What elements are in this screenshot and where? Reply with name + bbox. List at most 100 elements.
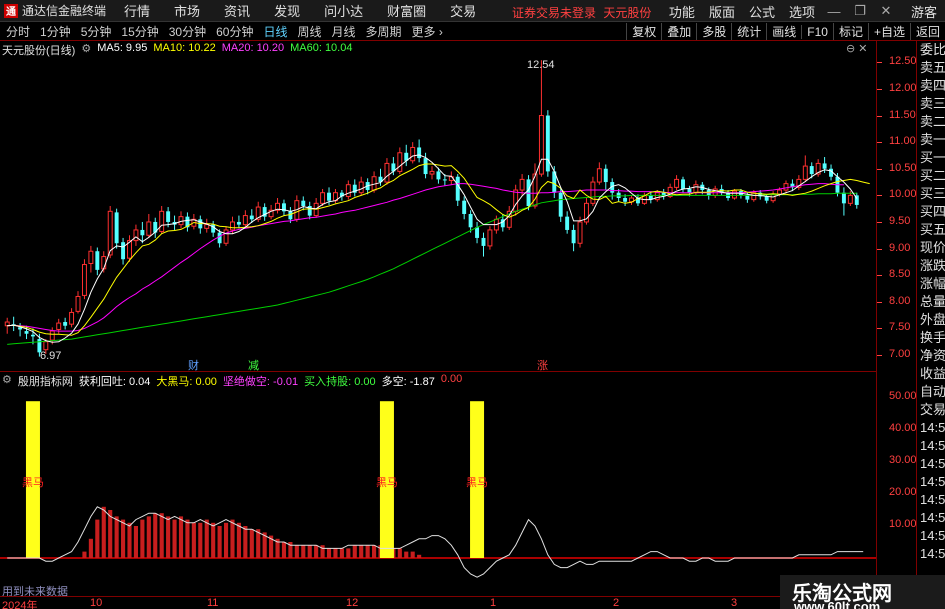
period-weekly[interactable]: 周线 [293,23,325,40]
watermark-url: www.60lt.com [794,599,881,609]
quote-field[interactable]: 交易 [917,401,945,419]
period-60min[interactable]: 60分钟 [212,23,257,40]
period-more[interactable]: 更多 › [408,23,447,40]
quote-field[interactable]: 现价 [917,239,945,257]
histogram-bar [346,548,351,558]
candle-body [24,331,29,334]
date-label: 10 [90,597,103,609]
tool-overlay[interactable]: 叠加 [661,23,696,40]
period-intraday[interactable]: 分时 [2,23,34,40]
quote-field[interactable]: 14:56 [917,473,945,491]
quote-field[interactable]: 收益 [917,365,945,383]
restore-icon[interactable]: ❐ [853,3,867,19]
quote-field[interactable]: 14:56 [917,509,945,527]
settings-icon[interactable]: ⚙ [81,42,91,58]
candle-body [43,341,49,351]
candle-body [178,216,184,226]
chart-zoom-icon[interactable]: ⊖ ✕ [846,42,868,55]
candle-body [764,196,769,201]
quote-field[interactable]: 卖一 [917,131,945,149]
period-multi[interactable]: 多周期 [362,23,406,40]
indicator-item-zero: 0.00 [440,373,463,385]
histogram-bar [365,545,370,558]
quote-field[interactable]: 卖二 [917,113,945,131]
kline-chart[interactable]: 天元股份(日线) ⚙ MA5: 9.95 MA10: 10.22 MA20: 1… [0,41,884,372]
menu-options[interactable]: 选项 [789,2,815,21]
login-status-text: 证券交易未登录 [512,6,597,20]
ma60-label: MA60: 10.04 [290,42,353,54]
menu-ask-xiaoda[interactable]: 问小达 [324,1,363,20]
quote-field[interactable]: 买三 [917,185,945,203]
menu-layout[interactable]: 版面 [709,2,735,21]
indicator-tick: 50.00 [889,390,917,402]
histogram-bar [333,548,338,558]
candle-body [654,192,660,201]
candle-body [345,184,351,197]
quote-field[interactable]: 买四 [917,203,945,221]
quote-field[interactable]: 净资 [917,347,945,365]
quote-field[interactable]: 买一 [917,149,945,167]
quote-field[interactable]: 涨跌 [917,257,945,275]
menu-formula[interactable]: 公式 [749,2,775,21]
period-1min[interactable]: 1分钟 [36,23,75,40]
close-icon[interactable]: ✕ [879,3,893,19]
period-30min[interactable]: 30分钟 [165,23,210,40]
tool-f10[interactable]: F10 [801,24,833,39]
menu-functions[interactable]: 功能 [669,2,695,21]
quote-field[interactable]: 14:56 [917,545,945,563]
period-daily[interactable]: 日线 [259,23,291,40]
minimize-icon[interactable]: — [827,4,841,19]
tool-add-watchlist[interactable]: +自选 [867,23,910,40]
candle-body [693,184,699,194]
quote-field[interactable]: 换手 [917,329,945,347]
quote-field[interactable]: 卖四 [917,77,945,95]
quote-field[interactable]: 涨幅 [917,275,945,293]
indicator-tick: 40.00 [889,422,917,434]
menu-discover[interactable]: 发现 [274,1,300,20]
quote-field[interactable]: 14:55 [917,437,945,455]
quote-field[interactable]: 卖三 [917,95,945,113]
quote-field[interactable]: 外盘 [917,311,945,329]
menu-news[interactable]: 资讯 [224,1,250,20]
quote-field[interactable]: 14:56 [917,527,945,545]
histogram-bar [417,554,422,558]
quote-field[interactable]: 卖五 [917,59,945,77]
tool-draw[interactable]: 画线 [766,23,801,40]
tool-mark[interactable]: 标记 [832,23,868,40]
candle-body [616,192,621,199]
menu-trade[interactable]: 交易 [450,1,476,20]
quote-field[interactable]: 总量 [917,293,945,311]
quote-field[interactable]: 买二 [917,167,945,185]
menu-quotes[interactable]: 行情 [124,1,150,20]
histogram-bar [121,519,126,558]
candle-body [384,162,390,183]
period-monthly[interactable]: 月线 [328,23,360,40]
price-tick-mark [877,115,882,117]
guest-user[interactable]: 游客 [911,2,937,21]
quote-field[interactable]: 自动 [917,383,945,401]
quote-field[interactable]: 14:55 [917,455,945,473]
period-5min[interactable]: 5分钟 [77,23,116,40]
tool-back[interactable]: 返回 [909,23,945,40]
price-tick-mark [877,195,882,197]
histogram-bar [294,545,299,558]
tool-stats[interactable]: 统计 [731,23,766,40]
histogram-bar [146,516,151,558]
date-label: 2 [613,597,620,609]
indicator-name[interactable]: 殷朋指标网 [18,373,73,389]
histogram-bar [191,522,196,558]
quote-field[interactable]: 14:55 [917,419,945,437]
candle-body [223,229,229,244]
indicator-settings-icon[interactable]: ⚙ [2,373,12,389]
tool-adjust[interactable]: 复权 [626,23,661,40]
period-15min[interactable]: 15分钟 [117,23,162,40]
menu-market[interactable]: 市场 [174,1,200,20]
candle-body [88,250,94,264]
quote-field[interactable]: 委比 [917,41,945,59]
indicator-chart[interactable]: 黑马 黑马 黑马 ⚙ 殷朋指标网 获利回吐: 0.04 大黑马: 0.00 坚绝做空… [0,371,876,598]
menu-wealth-circle[interactable]: 财富圈 [387,1,426,20]
tool-multi-stock[interactable]: 多股 [696,23,731,40]
quote-field[interactable]: 14:56 [917,491,945,509]
candle-body [783,183,789,191]
quote-field[interactable]: 买五 [917,221,945,239]
